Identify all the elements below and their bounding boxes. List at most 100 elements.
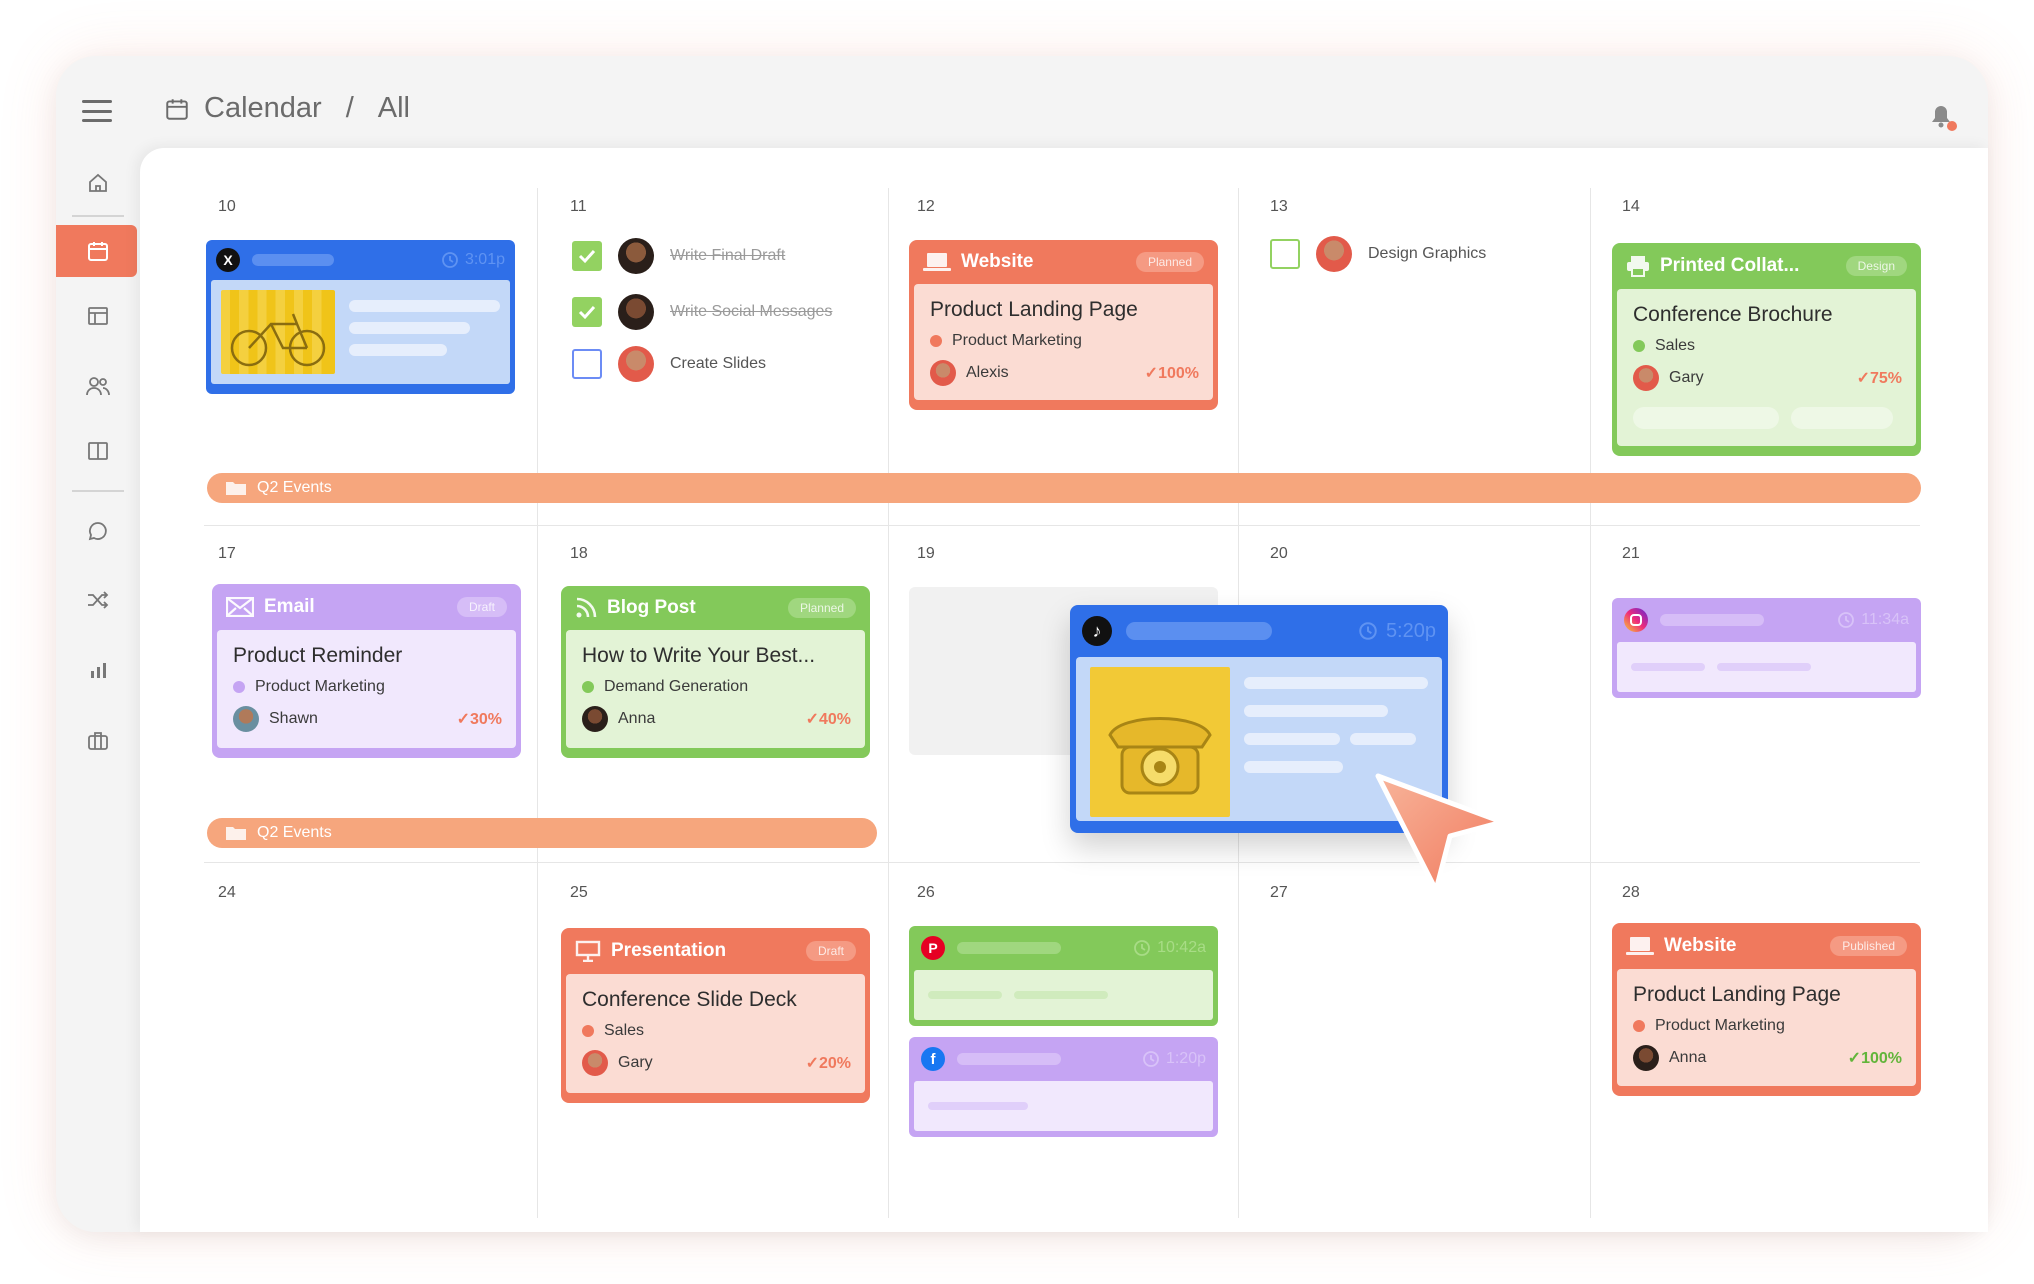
- progress-percent: 100%: [1158, 365, 1199, 382]
- clock-icon: [1143, 1051, 1159, 1067]
- task-item[interactable]: Write Final Draft: [572, 238, 785, 274]
- event-band-label: Q2 Events: [257, 479, 332, 496]
- task-item[interactable]: Design Graphics: [1270, 236, 1486, 272]
- progress-percent: 30%: [469, 711, 502, 728]
- placeholder-bar: [1633, 407, 1779, 429]
- event-band-label: Q2 Events: [257, 824, 332, 841]
- laptop-icon: [923, 253, 951, 271]
- check-icon: ✓: [805, 711, 819, 728]
- pinterest-logo-icon: P: [921, 936, 945, 960]
- chat-icon[interactable]: [84, 517, 112, 545]
- day-number: 17: [218, 545, 236, 562]
- check-icon: ✓: [1847, 1050, 1862, 1067]
- day-number: 21: [1622, 545, 1640, 562]
- placeholder-bar: [1349, 733, 1416, 745]
- checkbox-unchecked[interactable]: [1270, 239, 1300, 269]
- avatar: [1633, 365, 1659, 391]
- progress-value: ✓20%: [806, 1053, 851, 1073]
- social-post-card-facebook[interactable]: f 1:20p: [909, 1037, 1218, 1137]
- card-title: Conference Brochure: [1633, 303, 1833, 326]
- card-tag: Product Marketing: [1655, 1017, 1785, 1034]
- card-owner: Gary: [618, 1054, 653, 1071]
- content-card-website[interactable]: Website Published Product Landing Page P…: [1612, 923, 1921, 1096]
- content-card-presentation[interactable]: Presentation Draft Conference Slide Deck…: [561, 928, 870, 1103]
- day-number: 13: [1270, 198, 1288, 215]
- checkbox-checked[interactable]: [572, 297, 602, 327]
- day-number: 27: [1270, 884, 1288, 901]
- breadcrumb: Calendar / All: [164, 92, 410, 125]
- checkbox-unchecked[interactable]: [572, 349, 602, 379]
- cursor-pointer-icon: [1370, 770, 1510, 900]
- day-number: 20: [1270, 545, 1288, 562]
- status-badge: Draft: [456, 597, 507, 617]
- post-time: 11:34a: [1861, 611, 1909, 628]
- laptop-icon: [1626, 937, 1654, 955]
- avatar: [930, 360, 956, 386]
- placeholder-bar: [252, 254, 334, 266]
- calendar-icon[interactable]: [84, 237, 112, 265]
- event-band[interactable]: Q2 Events: [207, 818, 877, 848]
- home-icon[interactable]: [84, 169, 112, 197]
- status-badge: Planned: [1135, 252, 1204, 272]
- checkbox-checked[interactable]: [572, 241, 602, 271]
- hamburger-menu-icon[interactable]: [82, 100, 112, 122]
- people-icon[interactable]: [84, 372, 112, 400]
- event-band[interactable]: Q2 Events: [207, 473, 1921, 503]
- progress-percent: 100%: [1861, 1050, 1902, 1067]
- facebook-logo-icon: f: [921, 1047, 945, 1071]
- avatar: [233, 706, 259, 732]
- task-item[interactable]: Write Social Messages: [572, 294, 832, 330]
- tag-dot: [1633, 1020, 1645, 1032]
- sidebar-divider: [72, 215, 124, 217]
- briefcase-icon[interactable]: [84, 727, 112, 755]
- day-number: 18: [570, 545, 588, 562]
- tiktok-logo-icon: ♪: [1082, 616, 1112, 646]
- card-owner: Gary: [1669, 369, 1704, 386]
- social-post-card-instagram[interactable]: 11:34a: [1612, 598, 1921, 698]
- grid-divider: [204, 862, 1920, 863]
- rss-icon: [576, 597, 597, 618]
- card-category: Blog Post: [607, 597, 696, 618]
- card-title: Product Reminder: [233, 644, 403, 667]
- breadcrumb-root[interactable]: Calendar: [204, 92, 322, 125]
- avatar: [618, 346, 654, 382]
- layout-icon[interactable]: [84, 302, 112, 330]
- placeholder-bar: [1631, 663, 1705, 671]
- content-card-print[interactable]: Printed Collat... Design Conference Broc…: [1612, 243, 1921, 456]
- day-number: 10: [218, 198, 236, 215]
- shuffle-icon[interactable]: [84, 586, 112, 614]
- content-card-email[interactable]: Email Draft Product Reminder Product Mar…: [212, 584, 521, 758]
- placeholder-bar: [928, 991, 1002, 999]
- columns-icon[interactable]: [84, 437, 112, 465]
- task-label: Write Final Draft: [670, 247, 786, 264]
- content-card-website[interactable]: Website Planned Product Landing Page Pro…: [909, 240, 1218, 410]
- check-icon: ✓: [1856, 370, 1870, 387]
- tag-dot: [930, 335, 942, 347]
- card-owner: Anna: [618, 710, 656, 727]
- task-label: Create Slides: [670, 355, 767, 372]
- placeholder-bar: [1660, 614, 1764, 626]
- task-label: Write Social Messages: [670, 303, 833, 320]
- card-tag: Sales: [604, 1022, 645, 1039]
- day-number: 25: [570, 884, 588, 901]
- progress-value: ✓30%: [457, 709, 502, 729]
- day-number: 14: [1622, 198, 1640, 215]
- folder-icon: [226, 482, 246, 495]
- task-item[interactable]: Create Slides: [572, 346, 766, 382]
- social-post-card-pinterest[interactable]: P 10:42a: [909, 926, 1218, 1026]
- presentation-icon: [575, 940, 601, 962]
- placeholder-bar: [1791, 407, 1893, 429]
- card-owner: Shawn: [269, 710, 318, 727]
- content-card-blog[interactable]: Blog Post Planned How to Write Your Best…: [561, 586, 870, 758]
- grid-divider: [537, 188, 538, 1218]
- progress-percent: 75%: [1869, 370, 1902, 387]
- post-time: 10:42a: [1157, 939, 1206, 956]
- tag-dot: [233, 681, 245, 693]
- bar-chart-icon[interactable]: [84, 656, 112, 684]
- notification-bell-icon[interactable]: [1924, 98, 1958, 132]
- card-title: Conference Slide Deck: [582, 988, 797, 1011]
- progress-percent: 40%: [818, 711, 851, 728]
- check-icon: ✓: [805, 1055, 819, 1072]
- card-owner: Alexis: [966, 364, 1009, 381]
- social-post-card-x[interactable]: X 3:01p: [206, 240, 515, 394]
